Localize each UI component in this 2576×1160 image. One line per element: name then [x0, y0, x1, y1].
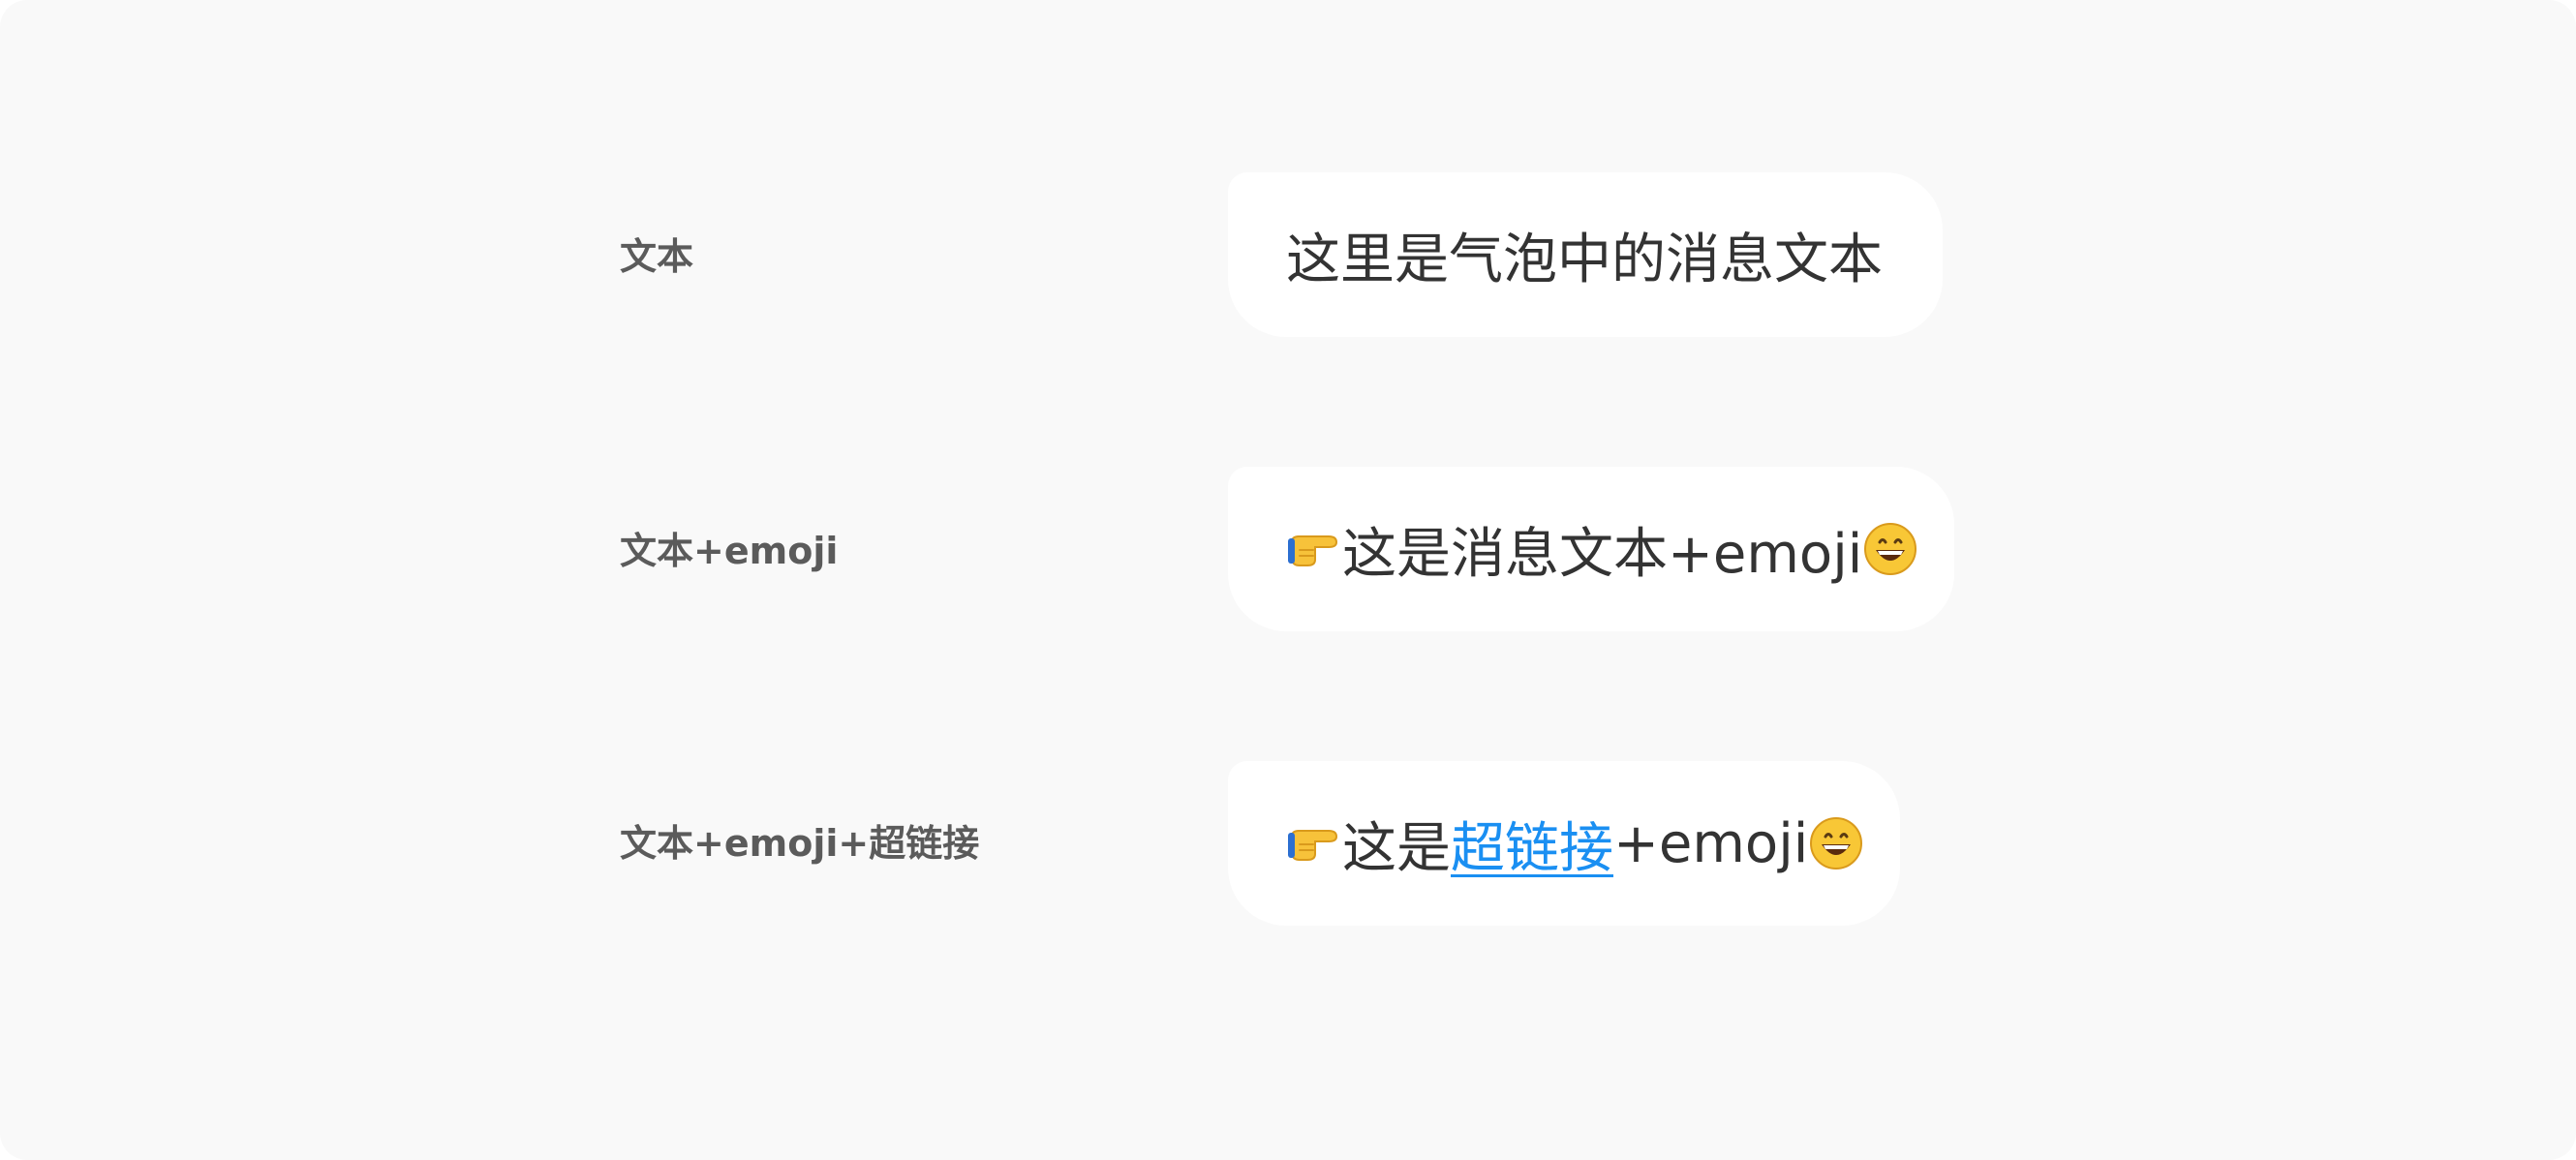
message-text: 这是消息文本+emoji — [1342, 522, 1863, 586]
grinning-face-emoji-icon — [1862, 521, 1918, 577]
message-text: 这里是气泡中的消息文本 — [1286, 228, 1883, 291]
pointing-right-emoji-icon — [1286, 815, 1342, 871]
grinning-face-emoji-icon — [1808, 815, 1864, 871]
row-label-text-emoji: 文本+emoji — [620, 530, 839, 572]
message-bubble-text-emoji-link[interactable]: 这是 超链接 +emoji — [1228, 761, 1900, 926]
message-bubble-text-emoji[interactable]: 这是消息文本+emoji — [1228, 467, 1954, 631]
row-label-text-emoji-link: 文本+emoji+超链接 — [620, 822, 980, 865]
hyperlink[interactable]: 超链接 — [1451, 805, 1613, 883]
pointing-right-emoji-icon — [1286, 521, 1342, 577]
demo-panel: 文本 这里是气泡中的消息文本 文本+emoji 这是消息文本+emoji 文本+… — [0, 0, 2576, 1160]
message-bubble-text[interactable]: 这里是气泡中的消息文本 — [1228, 172, 1943, 337]
message-text-after-link: +emoji — [1613, 811, 1809, 875]
row-label-text: 文本 — [620, 235, 694, 278]
message-text-before-link: 这是 — [1342, 816, 1451, 880]
